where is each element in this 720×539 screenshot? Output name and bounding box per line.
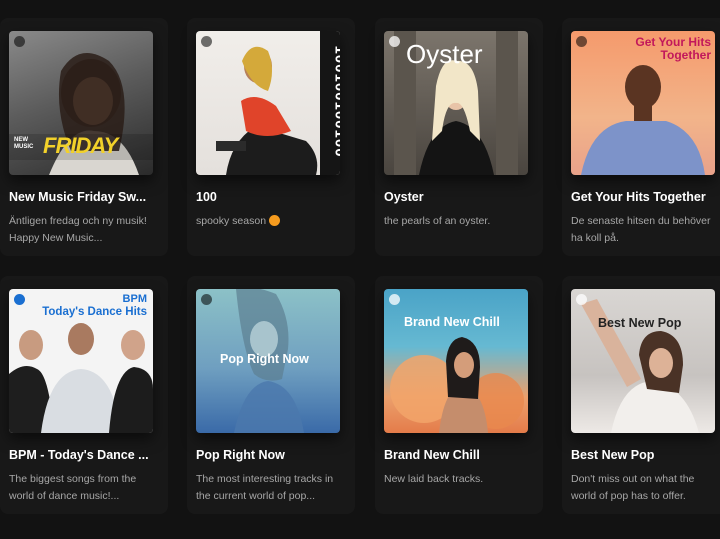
playlist-cover[interactable]: BPM Today's Dance Hits [9,289,153,433]
playlist-description: The most interesting tracks in the curre… [196,473,334,502]
spotify-badge-icon [576,294,587,305]
playlist-card-bpm-todays-dance-hits[interactable]: BPM Today's Dance Hits BPM - Today's Dan… [0,276,168,514]
playlist-title[interactable]: 100 [196,190,342,204]
playlist-grid: NEW MUSIC FRIDAY New Music Friday Sw... … [0,0,720,539]
cover-title: Oyster [406,39,483,69]
playlist-card-brand-new-chill[interactable]: Brand New Chill Brand New Chill New laid… [375,276,543,514]
playlist-cover[interactable]: Pop Right Now [196,289,340,433]
playlist-title[interactable]: BPM - Today's Dance ... [9,448,155,462]
playlist-card-pop-right-now[interactable]: Pop Right Now Pop Right Now The most int… [187,276,355,514]
cover-title: Brand New Chill [404,315,500,329]
playlist-description: Äntligen fredag och ny musik! Happy New … [9,215,147,244]
playlist-card-new-music-friday[interactable]: NEW MUSIC FRIDAY New Music Friday Sw... … [0,18,168,256]
playlist-description: the pearls of an oyster. [384,215,491,227]
playlist-description-text: spooky season [196,215,267,227]
playlist-title[interactable]: Oyster [384,190,530,204]
playlist-description: spooky season [196,213,342,230]
playlist-title[interactable]: Best New Pop [571,448,717,462]
playlist-cover[interactable]: Brand New Chill [384,289,528,433]
spotify-badge-icon [576,36,587,47]
cover-title: Best New Pop [598,316,682,330]
playlist-card-best-new-pop[interactable]: Best New Pop Best New Pop Don't miss out… [562,276,720,514]
playlist-description: New laid back tracks. [384,473,484,485]
playlist-cover[interactable]: NEW MUSIC FRIDAY [9,31,153,175]
playlist-card-100[interactable]: 100100100100 100 spooky season [187,18,355,256]
playlist-cover[interactable]: 100100100100 [196,31,340,175]
playlist-title[interactable]: Brand New Chill [384,448,530,462]
playlist-title[interactable]: Get Your Hits Together [571,190,717,204]
playlist-description: The biggest songs from the world of danc… [9,473,137,502]
cover-title: FRIDAY [43,133,118,158]
playlist-card-get-your-hits-together[interactable]: Get Your Hits Together Get Your Hits Tog… [562,18,720,256]
cover-subtext: NEW MUSIC [14,137,34,150]
spotify-badge-icon [201,36,212,47]
cover-title: Get Your Hits Together [635,35,711,62]
cover-subtitle: Today's Dance Hits [42,306,147,318]
cover-title: BPM [122,293,147,305]
cover-title: 100100100100 [331,45,340,158]
playlist-cover[interactable]: Get Your Hits Together [571,31,715,175]
spotify-badge-icon [14,36,25,47]
spotify-badge-icon [389,294,400,305]
playlist-description: Don't miss out on what the world of pop … [571,473,695,502]
playlist-card-oyster[interactable]: Oyster Oyster the pearls of an oyster. [375,18,543,256]
cover-title: Pop Right Now [220,352,309,366]
spotify-badge-icon [14,294,25,305]
playlist-cover[interactable]: Oyster [384,31,528,175]
playlist-title[interactable]: New Music Friday Sw... [9,190,155,204]
playlist-description: De senaste hitsen du behöver ha koll på. [571,215,711,244]
playlist-title[interactable]: Pop Right Now [196,448,342,462]
playlist-cover[interactable]: Best New Pop [571,289,715,433]
spotify-badge-icon [389,36,400,47]
pumpkin-emoji-icon [269,215,281,226]
cover-artwork [216,46,318,175]
spotify-badge-icon [201,294,212,305]
cover-artwork [390,337,524,433]
cover-artwork [581,299,699,433]
